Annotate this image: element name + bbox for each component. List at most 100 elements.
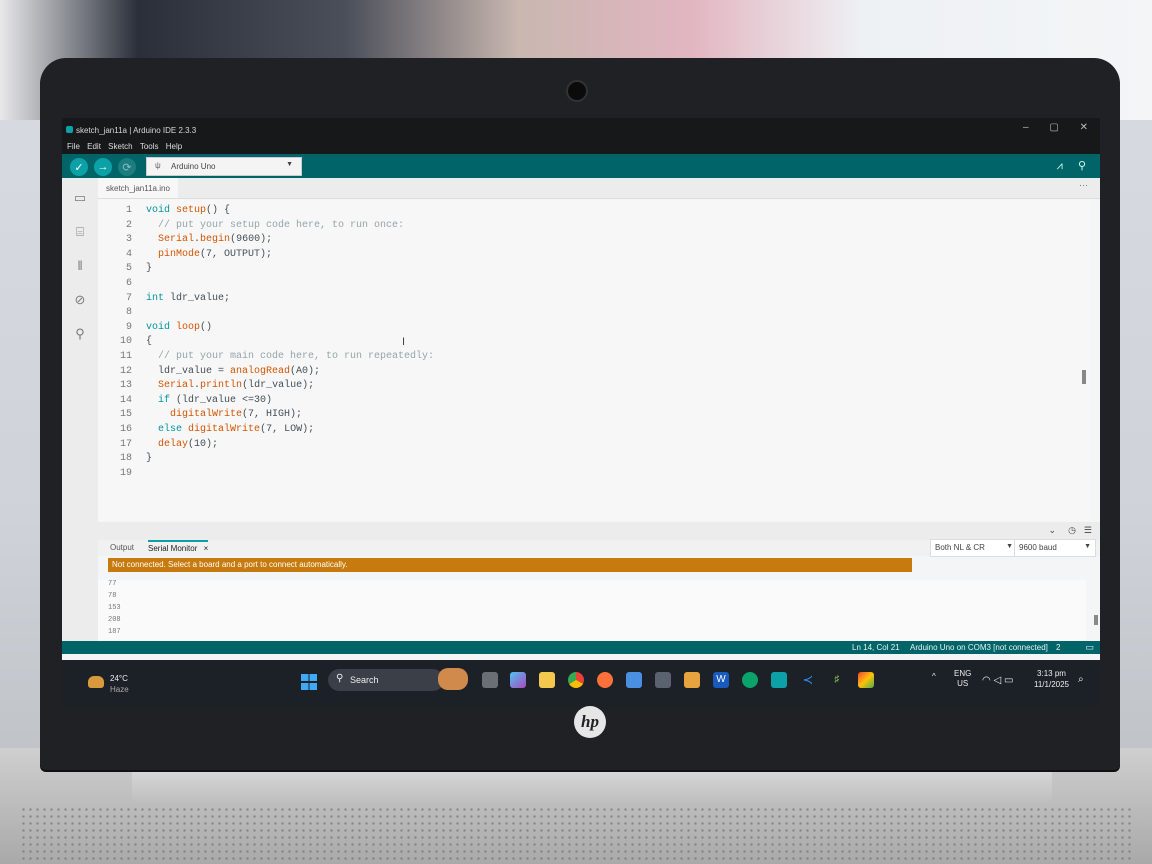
timestamp-icon[interactable]: ◷ [1068,525,1076,536]
calculator-icon[interactable] [655,672,671,688]
weather-condition[interactable]: Haze [110,685,129,694]
firefox-icon[interactable] [597,672,613,688]
board-selector[interactable]: ψ Arduino Uno ▼ [146,157,302,176]
language-code: ENG [954,669,972,678]
code-line[interactable]: 5} [98,263,1090,278]
code-line[interactable]: 2 // put your setup code here, to run on… [98,220,1090,235]
search-icon[interactable]: ⚲ [72,326,88,342]
plotter-icon[interactable]: ⩘ [1057,160,1063,172]
temperature[interactable]: 24°C [110,674,128,683]
code-text: ldr_value = analogRead(A0); [146,365,321,377]
line-number: 5 [125,263,132,275]
board-status[interactable]: Arduino Uno on COM3 [not connected] [910,643,1048,652]
toggle-autoscroll-icon[interactable]: ⌄ [1048,525,1056,536]
menu-tools[interactable]: Tools [140,142,159,151]
search-icon: ⚲ [336,673,344,684]
code-line[interactable]: 13 Serial.println(ldr_value); [98,380,1090,395]
tab-sketch[interactable]: sketch_jan11a.ino [98,178,178,198]
more-icon[interactable]: ⋯ [1079,180,1088,191]
code-line[interactable]: 3 Serial.begin(9600); [98,234,1090,249]
folder-icon[interactable]: ▭ [72,190,88,206]
tab-serial-monitor[interactable]: Serial Monitor × [148,540,209,553]
notepad-icon[interactable] [626,672,642,688]
close-button[interactable]: ✕ [1080,122,1088,133]
magnifier-icon[interactable]: ⚲ [1078,160,1086,172]
start-button[interactable] [301,674,317,690]
language-indicator[interactable]: ENG US [954,669,971,689]
tab-output[interactable]: Output [110,543,134,552]
code-line[interactable]: 8 [98,307,1090,322]
volume-icon[interactable]: ◁ [994,675,1002,686]
code-line[interactable]: 16 else digitalWrite(7, LOW); [98,424,1090,439]
code-text: if (ldr_value <=30) [158,394,273,406]
file-explorer-icon[interactable] [539,672,555,688]
menu-file[interactable]: File [67,142,80,151]
menu-edit[interactable]: Edit [87,142,101,151]
code-editor[interactable]: 1 void setup() {2 // put your setup code … [98,199,1090,521]
maximize-button[interactable]: ▢ [1049,122,1058,133]
line-number: 2 [125,219,132,231]
clear-output-icon[interactable]: ☰ [1084,525,1092,536]
debug-icon[interactable]: ⊘ [72,292,88,308]
code-line[interactable]: 1 void setup() { [98,205,1090,220]
code-line[interactable]: 14 if (ldr_value <=30) [98,395,1090,410]
code-line[interactable]: 17 delay(10); [98,439,1090,454]
app-icon[interactable] [858,672,874,688]
chevron-up-icon[interactable]: ^ [932,672,936,681]
verify-button[interactable]: ✓ [70,158,88,176]
weather-icon[interactable] [88,676,104,688]
search-highlight-image[interactable] [438,668,468,690]
menu-help[interactable]: Help [166,142,182,151]
board-icon[interactable]: ⌸ [72,224,88,240]
arduino-taskbar-icon[interactable] [771,672,787,688]
debug-button[interactable]: ⟳ [118,158,136,176]
close-icon[interactable]: × [204,544,209,553]
wifi-icon[interactable]: ◠ [982,675,991,686]
sidebar: ▭ ⌸ ‖ ⊘ ⚲ [62,178,98,648]
code-line[interactable]: 19 [98,468,1090,483]
scrollbar[interactable] [1082,370,1086,384]
upload-button[interactable]: → [94,158,112,176]
notification-icon[interactable]: ⌕ [1078,674,1084,685]
code-text: // put your main code here, to run repea… [146,351,435,362]
library-icon[interactable]: ‖ [72,258,88,274]
vscode-icon[interactable]: ≺ [800,672,816,688]
battery-icon[interactable]: ▭ [1004,675,1013,686]
app-icon[interactable] [684,672,700,688]
line-ending-select[interactable]: Both NL & CR ▼ [930,539,1018,557]
serial-line: 208 [108,616,121,624]
word-icon[interactable]: W [713,672,729,688]
code-line[interactable]: 11 // put your main code here, to run re… [98,351,1090,366]
task-view-icon[interactable] [482,672,498,688]
clock[interactable]: 3:13 pm 11/1/2025 [1034,668,1069,690]
code-line[interactable]: 18} [98,453,1090,468]
copilot-icon[interactable] [510,672,526,688]
minimize-button[interactable]: – [1023,122,1029,133]
code-text: else digitalWrite(7, LOW); [158,424,315,435]
code-line[interactable]: 7 int ldr_value; [98,293,1090,308]
app-icon[interactable]: ♯ [829,672,845,688]
scrollbar[interactable] [1094,615,1098,625]
code-line[interactable]: 9 void loop() [98,322,1090,337]
line-number: 13 [119,380,132,392]
toolbar: ✓ → ⟳ ψ Arduino Uno ▼ ⩘ ⚲ [62,154,1100,178]
editor-tabbar: sketch_jan11a.ino ⋯ [98,178,1100,199]
notification-count[interactable]: 2 [1056,643,1060,652]
menu-sketch[interactable]: Sketch [108,142,132,151]
code-line[interactable]: 10 { [98,336,1090,351]
code-text: { [146,336,153,348]
code-text: } [146,453,153,465]
taskbar-search[interactable]: ⚲ Search [328,669,444,691]
serial-line: 77 [108,580,117,588]
chrome-icon[interactable] [568,672,584,688]
terminal-icon[interactable]: ▭ [1085,642,1094,653]
edge-icon[interactable] [742,672,758,688]
code-line[interactable]: 4 pinMode(7, OUTPUT); [98,249,1090,264]
code-line[interactable]: 15 digitalWrite(7, HIGH); [98,409,1090,424]
code-line[interactable]: 6 [98,278,1090,293]
code-line[interactable]: 12 ldr_value = analogRead(A0); [98,366,1090,381]
line-number: 9 [125,321,132,333]
usb-icon: ψ [155,161,161,170]
chevron-down-icon: ▼ [286,161,293,168]
baud-select[interactable]: 9600 baud ▼ [1014,539,1096,557]
